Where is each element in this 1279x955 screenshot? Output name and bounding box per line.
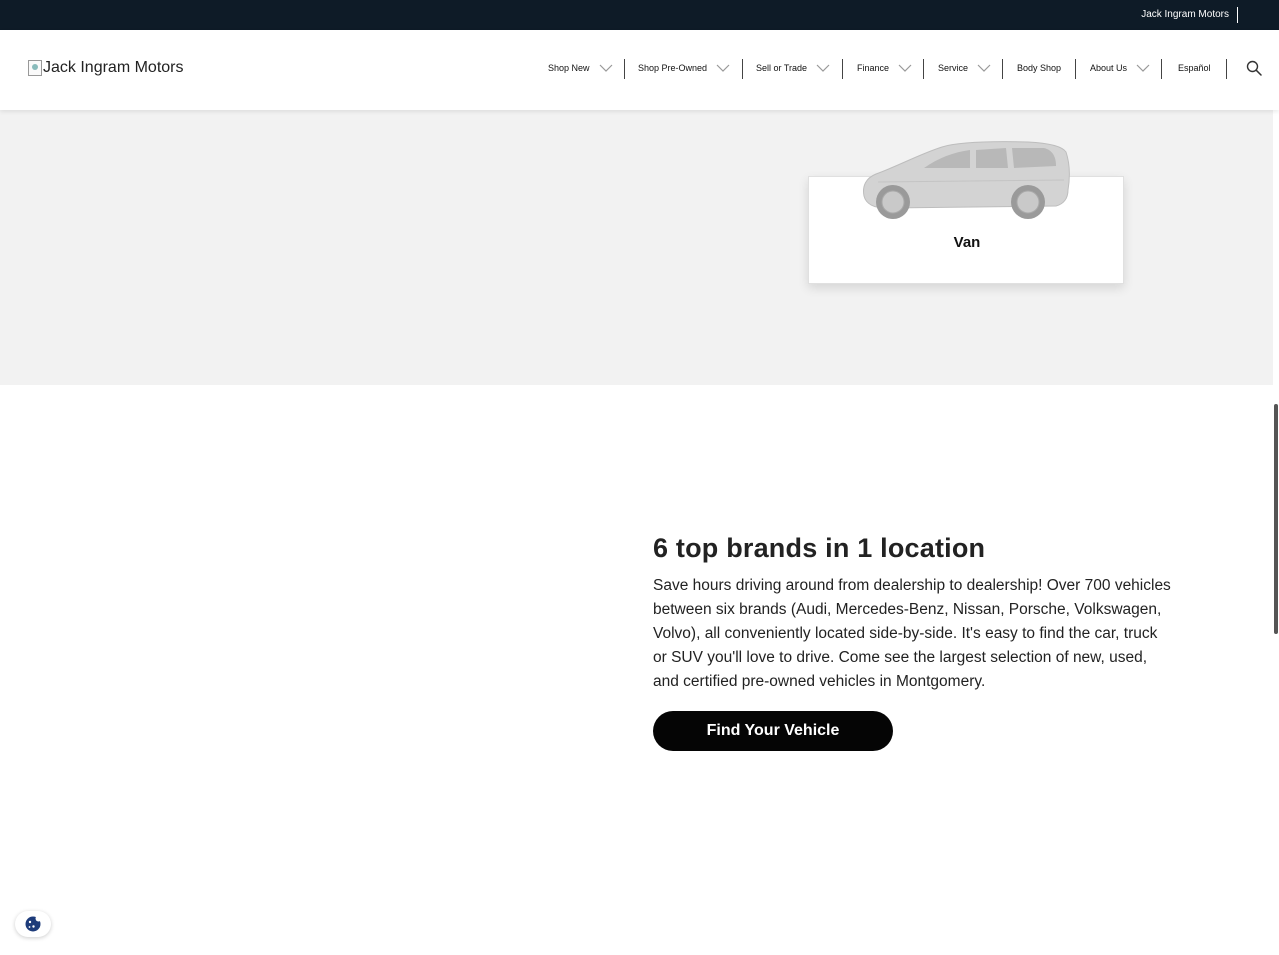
brands-heading: 6 top brands in 1 location bbox=[653, 533, 986, 563]
find-your-vehicle-button[interactable]: Find Your Vehicle bbox=[653, 711, 893, 751]
main-nav: Shop New Shop Pre-Owned Sell or Trade Fi… bbox=[0, 30, 1279, 110]
chevron-down-icon bbox=[1136, 64, 1150, 72]
nav-sell-or-trade[interactable]: Sell or Trade bbox=[756, 63, 830, 73]
nav-label: Shop Pre-Owned bbox=[638, 63, 708, 73]
nav-finance[interactable]: Finance bbox=[857, 63, 912, 73]
site-header: Jack Ingram Motors Shop New Shop Pre-Own… bbox=[0, 30, 1279, 110]
nav-divider bbox=[842, 59, 843, 79]
scrollbar-thumb[interactable] bbox=[1274, 404, 1278, 634]
nav-divider bbox=[1226, 59, 1227, 79]
nav-divider bbox=[923, 59, 924, 79]
nav-label: Sell or Trade bbox=[756, 63, 808, 73]
chevron-down-icon bbox=[716, 64, 730, 72]
nav-divider bbox=[1002, 59, 1003, 79]
brands-description: Save hours driving around from dealershi… bbox=[653, 577, 1171, 690]
nav-service[interactable]: Service bbox=[938, 63, 991, 73]
cookie-icon bbox=[25, 915, 42, 932]
vehicle-type-label: Van bbox=[953, 234, 981, 251]
vehicle-type-section: Van bbox=[0, 110, 1273, 385]
nav-label: Español bbox=[1178, 63, 1211, 73]
nav-label: Shop New bbox=[548, 63, 590, 73]
chevron-down-icon bbox=[977, 64, 991, 72]
nav-label: Body Shop bbox=[1017, 63, 1062, 73]
nav-body-shop[interactable]: Body Shop bbox=[1017, 63, 1061, 73]
topbar-divider bbox=[1237, 7, 1238, 23]
nav-about-us[interactable]: About Us bbox=[1090, 63, 1150, 73]
nav-divider bbox=[1161, 59, 1162, 79]
chevron-down-icon bbox=[599, 64, 612, 72]
nav-divider bbox=[624, 59, 625, 79]
nav-shop-pre-owned[interactable]: Shop Pre-Owned bbox=[638, 63, 730, 73]
search-icon[interactable] bbox=[1246, 60, 1262, 76]
van-image bbox=[863, 141, 1070, 219]
nav-divider bbox=[742, 59, 743, 79]
nav-espanol[interactable]: Español bbox=[1178, 63, 1211, 73]
dealer-name-link[interactable]: Jack Ingram Motors bbox=[1141, 9, 1229, 20]
nav-label: Finance bbox=[857, 63, 890, 73]
chevron-down-icon bbox=[898, 64, 912, 72]
nav-divider bbox=[1075, 59, 1076, 79]
nav-label: About Us bbox=[1090, 63, 1128, 73]
nav-label: Service bbox=[938, 63, 969, 73]
top-utility-bar: Jack Ingram Motors bbox=[0, 0, 1279, 30]
nav-shop-new[interactable]: Shop New bbox=[548, 63, 613, 73]
cookie-settings-button[interactable] bbox=[15, 911, 51, 937]
chevron-down-icon bbox=[816, 64, 830, 72]
